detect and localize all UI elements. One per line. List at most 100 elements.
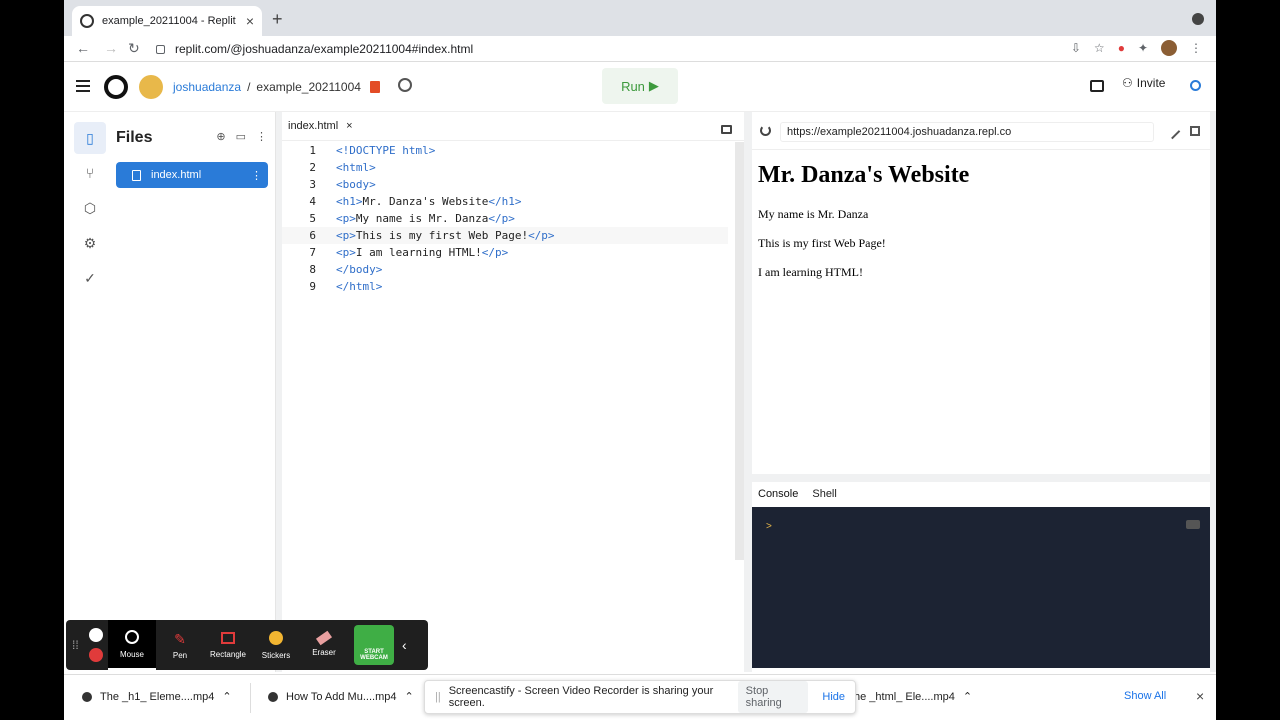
editor-layout-icon[interactable] xyxy=(721,125,732,134)
file-icon: ▯ xyxy=(86,129,94,146)
code-line[interactable]: 6 <p>This is my first Web Page!</p> xyxy=(282,227,728,244)
forward-arrow-icon[interactable]: → xyxy=(104,40,118,56)
back-arrow-icon[interactable]: ← xyxy=(76,40,90,56)
browser-menu-icon[interactable]: ⋮ xyxy=(1190,41,1202,55)
clear-console-icon[interactable] xyxy=(1186,520,1200,529)
preview-paragraph: My name is Mr. Danza xyxy=(758,207,869,221)
chevron-up-icon[interactable]: ⌃ xyxy=(222,690,231,703)
breadcrumb-username[interactable]: joshuadanza xyxy=(173,80,241,94)
profile-avatar[interactable] xyxy=(1161,40,1177,56)
reload-icon[interactable]: ↻ xyxy=(128,40,140,57)
code-line[interactable]: 3 <body> xyxy=(282,176,728,193)
video-file-icon xyxy=(82,691,92,702)
eraser-tool-button[interactable]: Eraser xyxy=(300,620,348,670)
invite-label: Invite xyxy=(1136,76,1166,90)
chevron-up-icon[interactable]: ⌃ xyxy=(963,690,972,703)
download-item[interactable]: How To Add Mu....mp4 ⌃ xyxy=(268,690,414,703)
console-output[interactable]: > xyxy=(752,507,1210,668)
chevron-up-icon[interactable]: ⌃ xyxy=(404,690,413,703)
extensions-puzzle-icon[interactable]: ✦ xyxy=(1138,41,1148,55)
run-label: Run xyxy=(621,78,645,94)
pause-recording-button[interactable] xyxy=(89,628,103,642)
run-button[interactable]: Run ▶ xyxy=(602,68,678,104)
open-new-tab-icon[interactable] xyxy=(1190,126,1200,136)
stop-recording-button[interactable] xyxy=(89,648,103,662)
code-line[interactable]: 8 </body> xyxy=(282,261,728,278)
drag-handle-icon[interactable]: || xyxy=(435,691,441,703)
show-all-button[interactable]: Show All xyxy=(1124,690,1166,702)
code-line[interactable]: 7 <p>I am learning HTML!</p> xyxy=(282,244,728,261)
mouse-tool-button[interactable]: Mouse xyxy=(108,620,156,670)
tab-search-icon[interactable] xyxy=(1192,13,1204,25)
invite-button[interactable]: ⚇ Invite xyxy=(1122,76,1165,90)
code-line[interactable]: 2 <html> xyxy=(282,159,728,176)
console-prompt: > xyxy=(766,521,772,532)
code-line[interactable]: 1 <!DOCTYPE html> xyxy=(282,142,728,159)
new-file-icon[interactable]: ⊕ xyxy=(216,130,225,143)
stop-sharing-button[interactable]: Stop sharing xyxy=(737,681,809,713)
code-line[interactable]: 5 <p>My name is Mr. Danza</p> xyxy=(282,210,728,227)
packages-rail-button[interactable]: ⬡ xyxy=(74,192,106,224)
download-item[interactable]: he _html_ Ele....mp4 ⌃ xyxy=(854,690,972,704)
history-icon[interactable] xyxy=(398,78,412,92)
tab-shell[interactable]: Shell xyxy=(812,488,836,500)
user-avatar[interactable] xyxy=(139,75,163,99)
new-tab-button[interactable]: + xyxy=(272,9,283,30)
close-tab-icon[interactable]: × xyxy=(246,13,254,29)
replit-logo-icon[interactable] xyxy=(104,75,128,99)
code-lines: 1 <!DOCTYPE html> 2 <html> 3 <body> 4 <h1>Mr. D… xyxy=(282,142,728,295)
code-editor[interactable]: index.html × 1 <!DOCTYPE html> 2 <html> 3 <bo… xyxy=(282,112,744,672)
line-number: 3 xyxy=(309,178,316,191)
bookmark-star-icon[interactable]: ☆ xyxy=(1094,41,1105,55)
add-user-icon: ⚇ xyxy=(1122,76,1133,90)
stickers-tool-button[interactable]: Stickers xyxy=(252,620,300,670)
console-panel: Console Shell > xyxy=(752,482,1210,672)
screen: example_20211004 - Replit × + ← → ↻ repl… xyxy=(64,0,1216,720)
browser-tab[interactable]: example_20211004 - Replit × xyxy=(72,6,262,36)
extension-record-icon[interactable]: ● xyxy=(1118,41,1125,55)
pen-tool-button[interactable]: ✎ Pen xyxy=(156,620,204,670)
files-more-icon[interactable]: ⋮ xyxy=(256,130,267,143)
workspace: ▯ ⑂ ⬡ ⚙ ✓ Files ⊕ ▭ ⋮ index.html ⋮ index… xyxy=(64,112,1216,672)
check-rail-button[interactable]: ✓ xyxy=(74,262,106,294)
webview-url-field[interactable]: https://example20211004.joshuadanza.repl… xyxy=(780,122,1154,142)
hamburger-menu-icon[interactable] xyxy=(76,80,90,92)
search-icon[interactable] xyxy=(1190,80,1201,91)
rectangle-tool-button[interactable]: Rectangle xyxy=(204,620,252,670)
settings-rail-button[interactable]: ⚙ xyxy=(74,227,106,259)
close-download-bar-icon[interactable]: × xyxy=(1196,688,1204,704)
mouse-cursor-icon xyxy=(125,629,139,644)
editor-tab[interactable]: index.html × xyxy=(288,120,353,132)
code-line[interactable]: 4 <h1>Mr. Danza's Website</h1> xyxy=(282,193,728,210)
webview-url-text: https://example20211004.joshuadanza.repl… xyxy=(787,126,1012,138)
files-panel: Files ⊕ ▭ ⋮ index.html ⋮ xyxy=(116,112,276,672)
file-item-index-html[interactable]: index.html ⋮ xyxy=(116,162,268,188)
collapse-toolbar-icon[interactable]: ‹ xyxy=(402,637,407,653)
webview-panel: https://example20211004.joshuadanza.repl… xyxy=(752,112,1210,474)
version-control-rail-button[interactable]: ⑂ xyxy=(74,157,106,189)
download-divider xyxy=(250,683,251,713)
editor-tab-divider xyxy=(282,140,744,141)
file-options-icon[interactable]: ⋮ xyxy=(251,169,262,182)
line-number: 4 xyxy=(309,195,316,208)
breadcrumb-repl-name[interactable]: example_20211004 xyxy=(256,80,361,94)
editor-scrollbar[interactable] xyxy=(735,142,744,560)
webview-reload-icon[interactable] xyxy=(760,125,771,136)
files-rail-button[interactable]: ▯ xyxy=(74,122,106,154)
code-text: <p>I am learning HTML!</p> xyxy=(336,246,509,259)
start-webcam-button[interactable]: START WEBCAM xyxy=(354,625,394,665)
url-field[interactable]: replit.com/@joshuadanza/example20211004#… xyxy=(156,40,1056,58)
replit-header: joshuadanza / example_20211004 Run ▶ ⚇ I… xyxy=(64,62,1216,112)
install-icon[interactable]: ⇩ xyxy=(1071,41,1081,55)
editor-tab-close-icon[interactable]: × xyxy=(346,120,352,132)
edit-pencil-icon[interactable] xyxy=(1164,123,1181,140)
new-folder-icon[interactable]: ▭ xyxy=(236,130,246,143)
address-bar: ← → ↻ replit.com/@joshuadanza/example202… xyxy=(64,36,1216,62)
download-item[interactable]: The _h1_ Eleme....mp4 ⌃ xyxy=(82,690,232,703)
tab-console[interactable]: Console xyxy=(758,488,798,500)
hide-banner-button[interactable]: Hide xyxy=(822,691,845,703)
drag-handle-icon[interactable]: ⁞⁞ xyxy=(72,638,84,652)
code-line[interactable]: 9 </html> xyxy=(282,278,728,295)
download-filename: he _html_ Ele....mp4 xyxy=(854,690,955,703)
chat-icon[interactable] xyxy=(1090,80,1104,92)
